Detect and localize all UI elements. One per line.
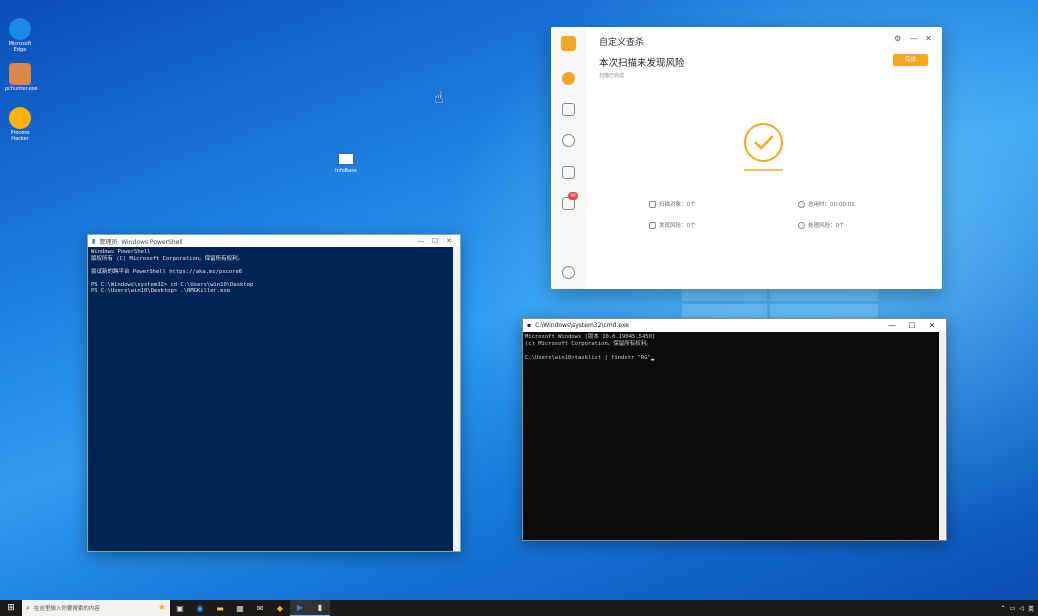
store-taskbar-icon[interactable]: ▦ (230, 600, 250, 616)
console-line: 尝试新的跨平台 PowerShell https://aka.ms/pscore… (91, 268, 243, 275)
cmd-taskbar-icon[interactable]: ▮ (310, 600, 330, 616)
sidebar-people-icon[interactable] (562, 134, 575, 147)
desktop-icon-edge[interactable]: Microsoft Edge (5, 18, 35, 53)
close-button[interactable]: ✕ (925, 34, 932, 43)
security-sidebar: 99 (551, 27, 586, 289)
cmd-icon: ▪ (527, 322, 532, 329)
hand-cursor-icon: ☝ (434, 88, 444, 107)
pchunter-icon (9, 63, 31, 85)
desktop-icon-label: InfoBase (335, 168, 357, 174)
cmd-window[interactable]: ▪ C:\Windows\system32\cmd.exe — ☐ ✕ Micr… (522, 318, 947, 541)
security-taskbar-icon[interactable]: ◆ (270, 600, 290, 616)
maximize-button[interactable]: ☐ (902, 321, 922, 330)
security-logo-icon (561, 36, 576, 51)
input-language[interactable]: 英 (1028, 604, 1034, 613)
explorer-taskbar-icon[interactable]: ▬ (210, 600, 230, 616)
processhacker-icon (9, 107, 31, 129)
scrollbar[interactable] (939, 332, 946, 540)
stat-found-text: 发现风险：0个 (659, 223, 696, 229)
cmd-titlebar[interactable]: ▪ C:\Windows\system32\cmd.exe — ☐ ✕ (523, 319, 946, 332)
console-line: (c) Microsoft Corporation。保留所有权利。 (525, 341, 652, 347)
powershell-console[interactable]: Windows PowerShell 版权所有 (C) Microsoft Co… (88, 247, 460, 297)
cmd-title: C:\Windows\system32\cmd.exe (535, 322, 629, 329)
sidebar-apps-icon[interactable] (562, 166, 575, 179)
scan-result-headline: 本次扫描未发现风险 (599, 58, 685, 69)
check-circle-icon (744, 123, 783, 162)
clock-icon (798, 200, 805, 208)
security-app-title: 自定义查杀 (599, 38, 645, 48)
search-highlight-icon: ★ (157, 603, 166, 613)
notification-badge: 99 (568, 192, 578, 200)
powershell-titlebar[interactable]: ▮ 管理员: Windows PowerShell — ☐ ✕ (88, 235, 460, 247)
edge-icon (9, 18, 31, 40)
powershell-icon: ▮ (92, 237, 96, 245)
text-cursor: ▂ (650, 355, 655, 361)
wallpaper-logo-pane (682, 304, 767, 318)
wallpaper-logo-pane (770, 287, 878, 301)
console-line: 版权所有 (C) Microsoft Corporation。保留所有权利。 (91, 255, 244, 262)
finish-button[interactable]: 完成 (893, 54, 928, 66)
minimize-button[interactable]: — (414, 237, 428, 245)
search-placeholder: 在这里输入你要搜索的内容 (33, 606, 100, 612)
stat-elapsed: 总用时：00:00:01 (798, 200, 855, 208)
desktop-icon-label: Process Hacker (10, 130, 30, 142)
minimize-button[interactable]: — (882, 321, 902, 330)
close-button[interactable]: ✕ (922, 321, 942, 330)
network-icon[interactable]: ▭ (1010, 605, 1016, 612)
sidebar-home-icon[interactable] (562, 72, 575, 85)
stat-handled-text: 处理风险：0个 (808, 223, 845, 229)
mail-taskbar-icon[interactable]: ✉ (250, 600, 270, 616)
start-button[interactable]: ⊞ (0, 600, 22, 616)
console-line: Microsoft Windows [版本 10.0.19045.5450] (525, 334, 656, 340)
search-icon: ⌕ (26, 603, 30, 612)
console-line: Windows PowerShell (91, 249, 151, 255)
taskbar-search[interactable]: ⌕ 在这里输入你要搜索的内容 ★ (22, 600, 170, 616)
wallpaper-logo-pane (770, 304, 878, 318)
divider (744, 169, 783, 171)
cmd-console[interactable]: Microsoft Windows [版本 10.0.19045.5450] (… (523, 332, 946, 364)
stat-scanned: 扫描对象：0个 (649, 200, 696, 208)
desktop-icon-label: Microsoft Edge (8, 41, 32, 53)
security-app-window: 99 自定义查杀 ⚙ — ✕ 本次扫描未发现风险 扫描已完成 完成 扫描对象：0… (551, 27, 942, 289)
stat-handled: 处理风险：0个 (798, 221, 845, 229)
close-button[interactable]: ✕ (442, 237, 456, 245)
task-view-button[interactable]: ▣ (170, 600, 190, 616)
powershell-title: 管理员: Windows PowerShell (99, 238, 183, 246)
edge-taskbar-icon[interactable]: ◉ (190, 600, 210, 616)
minimize-button[interactable]: — (910, 34, 918, 43)
volume-icon[interactable]: ◁ (1019, 605, 1024, 612)
desktop-icon-infobase[interactable]: InfoBase (334, 152, 358, 174)
taskbar: ⊞ ⌕ 在这里输入你要搜索的内容 ★ ▣ ◉ ▬ ▦ ✉ ◆ ▶ ▮ ⌃ ▭ ◁… (0, 600, 1038, 616)
scrollbar[interactable] (453, 247, 460, 551)
powershell-window[interactable]: ▮ 管理员: Windows PowerShell — ☐ ✕ Windows … (87, 234, 461, 552)
settings-gear-icon[interactable] (562, 266, 575, 279)
console-line: C:\Users\win10>tasklist | findstr "RG" (525, 355, 651, 361)
desktop-icon-processhacker[interactable]: Process Hacker (5, 107, 35, 142)
sidebar-shield-icon[interactable] (562, 103, 575, 116)
system-tray: ⌃ ▭ ◁ 英 (1001, 604, 1038, 613)
console-line: PS C:\Users\win10\Desktop> .\RMGKiller.e… (91, 288, 231, 294)
warning-icon (649, 221, 656, 229)
stat-found: 发现风险：0个 (649, 221, 696, 229)
window-icon (337, 152, 355, 166)
maximize-button[interactable]: ☐ (428, 237, 442, 245)
stat-elapsed-text: 总用时：00:00:01 (808, 202, 855, 208)
settings-icon[interactable]: ⚙ (894, 34, 901, 43)
check-icon (798, 221, 805, 229)
wallpaper-logo-pane (682, 287, 767, 301)
powershell-taskbar-icon[interactable]: ▶ (290, 600, 310, 616)
file-icon (649, 200, 656, 208)
console-line: PS C:\Windows\system32> cd C:\Users\win1… (91, 281, 254, 288)
desktop-icon-pchunter[interactable]: pchunter.exe (5, 63, 38, 92)
stat-scanned-text: 扫描对象：0个 (659, 202, 696, 208)
desktop-icon-label: pchunter.exe (5, 86, 38, 92)
scan-status-text: 扫描已完成 (599, 73, 625, 79)
chevron-up-icon[interactable]: ⌃ (1001, 605, 1006, 612)
